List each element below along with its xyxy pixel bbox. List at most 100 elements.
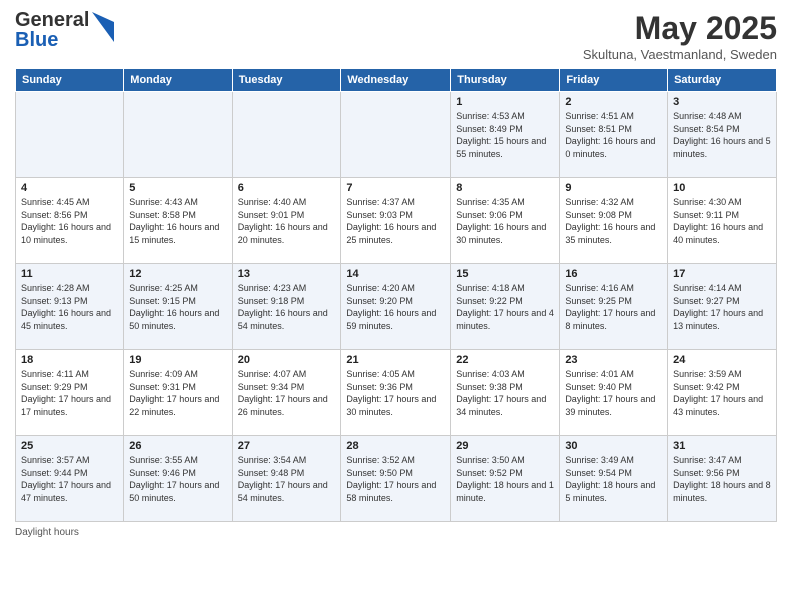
calendar-header-row: SundayMondayTuesdayWednesdayThursdayFrid… xyxy=(16,69,777,92)
calendar-cell: 25 Sunrise: 3:57 AMSunset: 9:44 PMDayligh… xyxy=(16,436,124,522)
calendar-cell xyxy=(341,92,451,178)
day-info: Sunrise: 4:32 AMSunset: 9:08 PMDaylight:… xyxy=(565,196,662,246)
logo-blue: Blue xyxy=(15,30,89,50)
location: Skultuna, Vaestmanland, Sweden xyxy=(583,47,777,62)
day-number: 11 xyxy=(21,268,118,280)
logo: General Blue xyxy=(15,10,114,50)
day-number: 20 xyxy=(238,354,336,366)
calendar-cell: 24Sunrise: 3:59 AMSunset: 9:42 PMDayligh… xyxy=(668,350,777,436)
day-info: Sunrise: 4:16 AMSunset: 9:25 PMDaylight:… xyxy=(565,282,662,332)
calendar-cell: 31 Sunrise: 3:47 AMSunset: 9:56 PMDayligh… xyxy=(668,436,777,522)
day-number: 14 xyxy=(346,268,445,280)
weekday-header-friday: Friday xyxy=(560,69,668,92)
day-info: Sunrise: 3:52 AMSunset: 9:50 PMDaylight:… xyxy=(346,454,445,504)
calendar-cell: 21 Sunrise: 4:05 AMSunset: 9:36 PMDayligh… xyxy=(341,350,451,436)
day-info: Sunrise: 4:53 AMSunset: 8:49 PMDaylight:… xyxy=(456,110,554,160)
day-info: Sunrise: 4:14 AMSunset: 9:27 PMDaylight:… xyxy=(673,282,771,332)
day-info: Sunrise: 4:45 AMSunset: 8:56 PMDaylight:… xyxy=(21,196,118,246)
calendar-cell: 19 Sunrise: 4:09 AMSunset: 9:31 PMDayligh… xyxy=(124,350,232,436)
day-number: 16 xyxy=(565,268,662,280)
day-number: 9 xyxy=(565,182,662,194)
day-info: Sunrise: 4:51 AMSunset: 8:51 PMDaylight:… xyxy=(565,110,662,160)
day-info: Sunrise: 4:35 AMSunset: 9:06 PMDaylight:… xyxy=(456,196,554,246)
day-number: 5 xyxy=(129,182,226,194)
day-info: Sunrise: 4:18 AMSunset: 9:22 PMDaylight:… xyxy=(456,282,554,332)
day-number: 15 xyxy=(456,268,554,280)
day-info: Sunrise: 4:30 AMSunset: 9:11 PMDaylight:… xyxy=(673,196,771,246)
month-title: May 2025 xyxy=(583,10,777,47)
calendar-cell: 8 Sunrise: 4:35 AMSunset: 9:06 PMDaylight… xyxy=(451,178,560,264)
day-info: Sunrise: 4:37 AMSunset: 9:03 PMDaylight:… xyxy=(346,196,445,246)
calendar-week-row: 18 Sunrise: 4:11 AMSunset: 9:29 PMDayligh… xyxy=(16,350,777,436)
calendar-cell: 29 Sunrise: 3:50 AMSunset: 9:52 PMDayligh… xyxy=(451,436,560,522)
day-info: Sunrise: 4:03 AMSunset: 9:38 PMDaylight:… xyxy=(456,368,554,418)
day-info: Sunrise: 4:01 AMSunset: 9:40 PMDaylight:… xyxy=(565,368,662,418)
calendar-cell: 27 Sunrise: 3:54 AMSunset: 9:48 PMDayligh… xyxy=(232,436,341,522)
day-number: 19 xyxy=(129,354,226,366)
day-number: 27 xyxy=(238,440,336,452)
day-number: 12 xyxy=(129,268,226,280)
calendar-cell: 2 Sunrise: 4:51 AMSunset: 8:51 PMDaylight… xyxy=(560,92,668,178)
day-info: Sunrise: 3:47 AMSunset: 9:56 PMDaylight:… xyxy=(673,454,771,504)
day-number: 31 xyxy=(673,440,771,452)
daylight-hours-label: Daylight hours xyxy=(15,527,79,538)
calendar-cell: 4Sunrise: 4:45 AMSunset: 8:56 PMDaylight… xyxy=(16,178,124,264)
calendar-cell xyxy=(16,92,124,178)
calendar-cell: 9 Sunrise: 4:32 AMSunset: 9:08 PMDaylight… xyxy=(560,178,668,264)
calendar-cell: 3 Sunrise: 4:48 AMSunset: 8:54 PMDaylight… xyxy=(668,92,777,178)
calendar-cell: 1Sunrise: 4:53 AMSunset: 8:49 PMDaylight… xyxy=(451,92,560,178)
calendar-cell: 18 Sunrise: 4:11 AMSunset: 9:29 PMDayligh… xyxy=(16,350,124,436)
calendar-cell: 20Sunrise: 4:07 AMSunset: 9:34 PMDayligh… xyxy=(232,350,341,436)
day-number: 21 xyxy=(346,354,445,366)
day-number: 23 xyxy=(565,354,662,366)
calendar-cell: 7 Sunrise: 4:37 AMSunset: 9:03 PMDaylight… xyxy=(341,178,451,264)
day-info: Sunrise: 4:11 AMSunset: 9:29 PMDaylight:… xyxy=(21,368,118,418)
day-info: Sunrise: 4:25 AMSunset: 9:15 PMDaylight:… xyxy=(129,282,226,332)
day-number: 3 xyxy=(673,96,771,108)
calendar-week-row: 11 Sunrise: 4:28 AMSunset: 9:13 PMDayligh… xyxy=(16,264,777,350)
calendar-week-row: 4Sunrise: 4:45 AMSunset: 8:56 PMDaylight… xyxy=(16,178,777,264)
page: General Blue May 2025 Skultuna, Vaestman… xyxy=(0,0,792,612)
day-info: Sunrise: 3:57 AMSunset: 9:44 PMDaylight:… xyxy=(21,454,118,504)
day-info: Sunrise: 3:50 AMSunset: 9:52 PMDaylight:… xyxy=(456,454,554,504)
day-info: Sunrise: 3:49 AMSunset: 9:54 PMDaylight:… xyxy=(565,454,662,504)
calendar-cell xyxy=(124,92,232,178)
logo-icon xyxy=(92,12,114,42)
calendar-cell: 23 Sunrise: 4:01 AMSunset: 9:40 PMDayligh… xyxy=(560,350,668,436)
day-number: 8 xyxy=(456,182,554,194)
day-number: 7 xyxy=(346,182,445,194)
day-number: 18 xyxy=(21,354,118,366)
day-number: 6 xyxy=(238,182,336,194)
calendar-table: SundayMondayTuesdayWednesdayThursdayFrid… xyxy=(15,68,777,522)
calendar-cell: 6Sunrise: 4:40 AMSunset: 9:01 PMDaylight… xyxy=(232,178,341,264)
calendar-cell: 10 Sunrise: 4:30 AMSunset: 9:11 PMDayligh… xyxy=(668,178,777,264)
calendar-cell: 26 Sunrise: 3:55 AMSunset: 9:46 PMDayligh… xyxy=(124,436,232,522)
day-info: Sunrise: 4:20 AMSunset: 9:20 PMDaylight:… xyxy=(346,282,445,332)
day-info: Sunrise: 4:28 AMSunset: 9:13 PMDaylight:… xyxy=(21,282,118,332)
day-number: 26 xyxy=(129,440,226,452)
calendar-cell: 17 Sunrise: 4:14 AMSunset: 9:27 PMDayligh… xyxy=(668,264,777,350)
day-number: 2 xyxy=(565,96,662,108)
day-number: 10 xyxy=(673,182,771,194)
day-info: Sunrise: 3:55 AMSunset: 9:46 PMDaylight:… xyxy=(129,454,226,504)
calendar-cell: 5 Sunrise: 4:43 AMSunset: 8:58 PMDaylight… xyxy=(124,178,232,264)
title-block: May 2025 Skultuna, Vaestmanland, Sweden xyxy=(583,10,777,62)
calendar-week-row: 25 Sunrise: 3:57 AMSunset: 9:44 PMDayligh… xyxy=(16,436,777,522)
day-info: Sunrise: 4:05 AMSunset: 9:36 PMDaylight:… xyxy=(346,368,445,418)
day-number: 17 xyxy=(673,268,771,280)
calendar-cell: 28 Sunrise: 3:52 AMSunset: 9:50 PMDayligh… xyxy=(341,436,451,522)
day-number: 29 xyxy=(456,440,554,452)
day-number: 30 xyxy=(565,440,662,452)
day-info: Sunrise: 4:23 AMSunset: 9:18 PMDaylight:… xyxy=(238,282,336,332)
day-number: 28 xyxy=(346,440,445,452)
calendar-cell xyxy=(232,92,341,178)
day-info: Sunrise: 4:43 AMSunset: 8:58 PMDaylight:… xyxy=(129,196,226,246)
day-info: Sunrise: 4:48 AMSunset: 8:54 PMDaylight:… xyxy=(673,110,771,160)
calendar-cell: 11 Sunrise: 4:28 AMSunset: 9:13 PMDayligh… xyxy=(16,264,124,350)
weekday-header-sunday: Sunday xyxy=(16,69,124,92)
day-info: Sunrise: 3:54 AMSunset: 9:48 PMDaylight:… xyxy=(238,454,336,504)
day-info: Sunrise: 4:09 AMSunset: 9:31 PMDaylight:… xyxy=(129,368,226,418)
day-number: 25 xyxy=(21,440,118,452)
calendar-cell: 14 Sunrise: 4:20 AMSunset: 9:20 PMDayligh… xyxy=(341,264,451,350)
calendar-cell: 12 Sunrise: 4:25 AMSunset: 9:15 PMDayligh… xyxy=(124,264,232,350)
